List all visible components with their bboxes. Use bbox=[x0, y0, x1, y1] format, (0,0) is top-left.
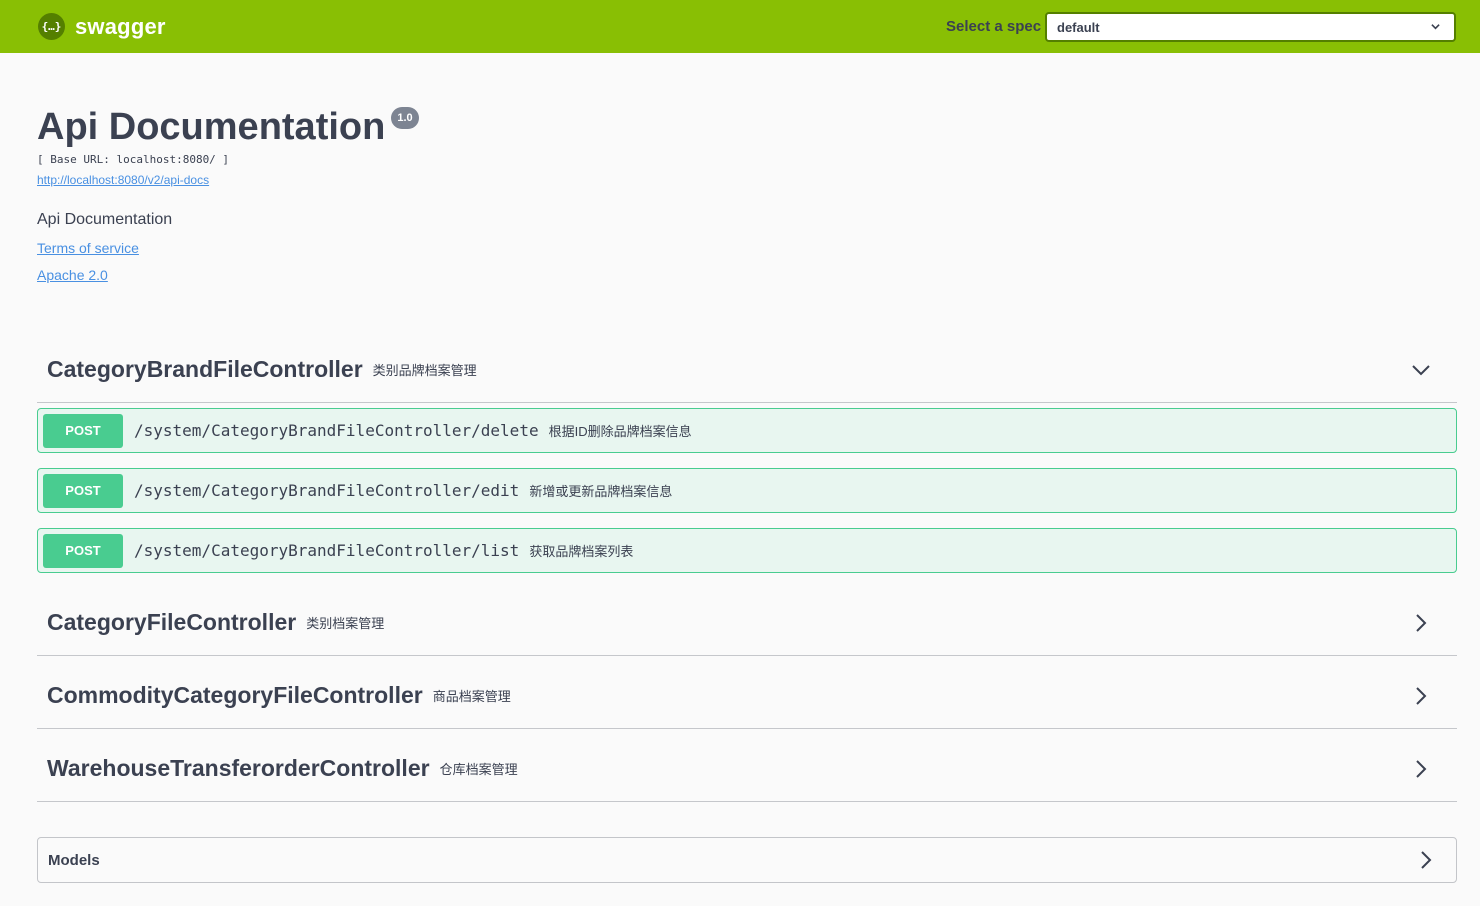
tag-description: 类别品牌档案管理 bbox=[372, 363, 477, 378]
operation-post-edit[interactable]: POST /system/CategoryBrandFileController… bbox=[37, 468, 1457, 513]
operation-summary: 根据ID删除品牌档案信息 bbox=[548, 424, 692, 439]
top-bar: {…} swagger Select a spec default bbox=[0, 0, 1480, 53]
tag-category-brand-file-controller[interactable]: CategoryBrandFileController 类别品牌档案管理 bbox=[37, 337, 1457, 403]
chevron-right-icon[interactable] bbox=[1411, 759, 1431, 779]
terms-of-service-link[interactable]: Terms of service bbox=[37, 240, 139, 256]
base-url: [ Base URL: localhost:8080/ ] bbox=[37, 153, 230, 166]
brand-name: swagger bbox=[75, 13, 166, 39]
version-badge: 1.0 bbox=[391, 107, 419, 129]
method-badge: POST bbox=[43, 473, 123, 508]
operation-path: /system/CategoryBrandFileController/edit bbox=[134, 481, 520, 500]
operation-summary: 获取品牌档案列表 bbox=[529, 544, 634, 559]
api-description: Api Documentation bbox=[37, 211, 173, 228]
operation-post-delete[interactable]: POST /system/CategoryBrandFileController… bbox=[37, 408, 1457, 453]
tag-description: 仓库档案管理 bbox=[439, 762, 518, 777]
method-badge: POST bbox=[43, 413, 123, 448]
api-docs-link[interactable]: http://localhost:8080/v2/api-docs bbox=[37, 173, 209, 187]
swagger-logo-icon: {…} bbox=[38, 13, 65, 40]
method-badge: POST bbox=[43, 533, 123, 568]
tag-name: CommodityCategoryFileController bbox=[47, 682, 423, 708]
chevron-down-icon[interactable] bbox=[1411, 360, 1431, 380]
tag-description: 商品档案管理 bbox=[432, 689, 511, 704]
chevron-right-icon[interactable] bbox=[1416, 850, 1436, 870]
tag-commodity-category-file-controller[interactable]: CommodityCategoryFileController 商品档案管理 bbox=[37, 663, 1457, 729]
title-row: Api Documentation 1.0 bbox=[37, 104, 419, 150]
tag-name: WarehouseTransferorderController bbox=[47, 755, 430, 781]
spec-select-value: default bbox=[1057, 20, 1100, 35]
license-link[interactable]: Apache 2.0 bbox=[37, 267, 108, 283]
tag-name: CategoryFileController bbox=[47, 609, 297, 635]
page-title: Api Documentation bbox=[37, 106, 386, 148]
operation-post-list[interactable]: POST /system/CategoryBrandFileController… bbox=[37, 528, 1457, 573]
operation-path: /system/CategoryBrandFileController/dele… bbox=[134, 421, 539, 440]
models-label: Models bbox=[48, 851, 100, 869]
chevron-right-icon[interactable] bbox=[1411, 686, 1431, 706]
operation-summary: 新增或更新品牌档案信息 bbox=[529, 484, 673, 499]
chevron-down-icon bbox=[1431, 24, 1440, 30]
operation-path: /system/CategoryBrandFileController/list bbox=[134, 541, 520, 560]
swagger-logo[interactable]: {…} swagger bbox=[38, 13, 166, 40]
spec-select-label: Select a spec bbox=[946, 18, 1042, 35]
tag-category-file-controller[interactable]: CategoryFileController 类别档案管理 bbox=[37, 590, 1457, 656]
spec-select[interactable]: default bbox=[1045, 12, 1456, 42]
models-section[interactable]: Models bbox=[37, 837, 1457, 883]
tag-warehouse-transferorder-controller[interactable]: WarehouseTransferorderController 仓库档案管理 bbox=[37, 736, 1457, 802]
tag-description: 类别档案管理 bbox=[306, 616, 385, 631]
chevron-right-icon[interactable] bbox=[1411, 613, 1431, 633]
tag-name: CategoryBrandFileController bbox=[47, 356, 363, 382]
